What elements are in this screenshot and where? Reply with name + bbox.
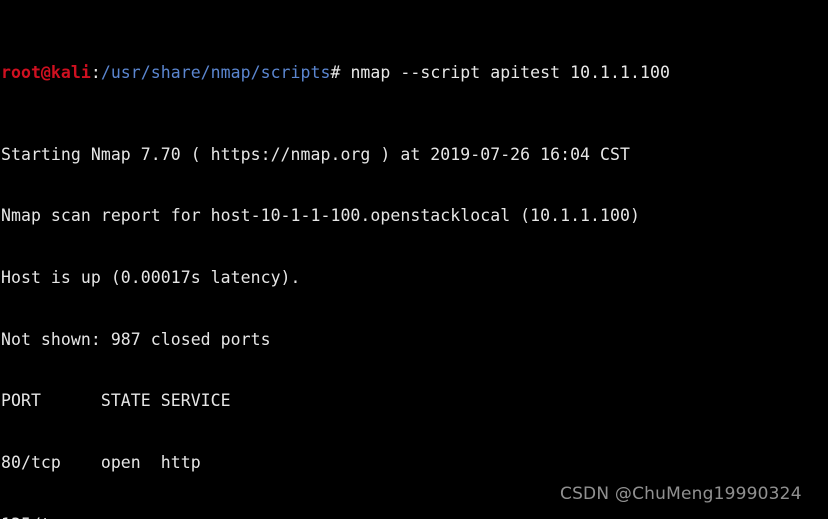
- table-row: 135/tcp open msrpc: [1, 515, 670, 519]
- table-row: 80/tcp open http: [1, 453, 201, 473]
- terminal-window[interactable]: root@kali:/usr/share/nmap/scripts# nmap …: [0, 0, 828, 519]
- prompt-line: root@kali:/usr/share/nmap/scripts# nmap …: [1, 63, 670, 84]
- prompt-path: /usr/share/nmap/scripts: [100, 62, 331, 82]
- output-line-host-up: Host is up (0.00017s latency).: [1, 268, 301, 288]
- prompt-separator: :: [90, 62, 101, 82]
- output-line-not-shown: Not shown: 987 closed ports: [1, 329, 271, 349]
- prompt-sigil: #: [330, 62, 351, 82]
- terminal-screen[interactable]: root@kali:/usr/share/nmap/scripts# nmap …: [0, 0, 670, 519]
- table-header: PORT STATE SERVICE: [1, 391, 231, 411]
- output-line-scan-report: Nmap scan report for host-10-1-1-100.ope…: [1, 206, 640, 226]
- output-line-starting: Starting Nmap 7.70 ( https://nmap.org ) …: [1, 144, 630, 164]
- command-text: nmap --script apitest 10.1.1.100: [350, 62, 670, 82]
- prompt-user-host: root@kali: [1, 62, 91, 82]
